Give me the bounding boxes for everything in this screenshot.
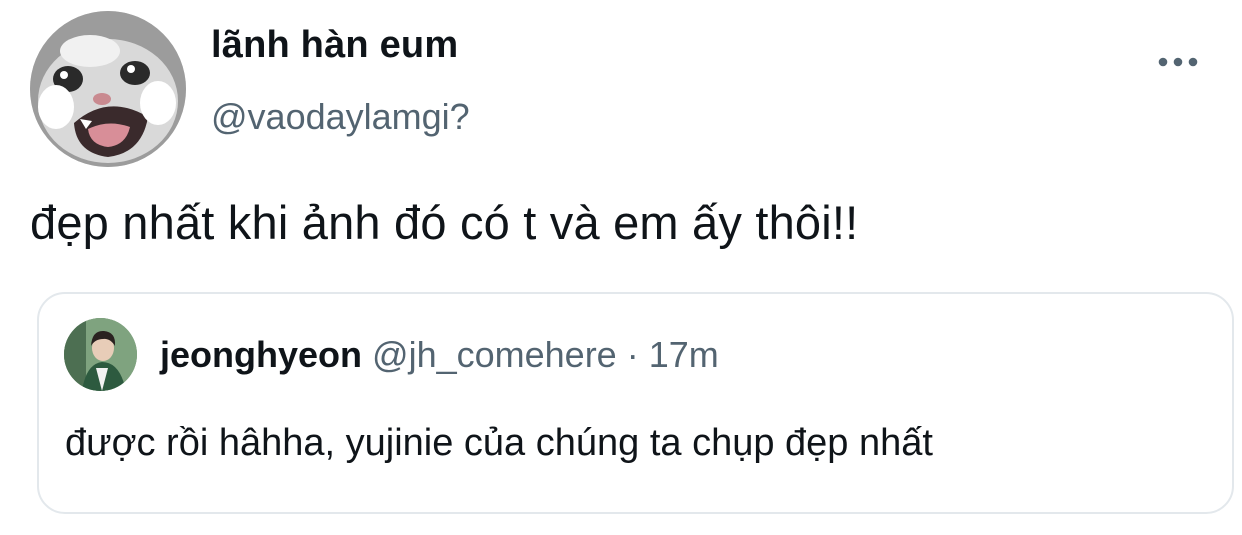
author-handle[interactable]: @vaodaylamgi? [211, 96, 470, 138]
quoted-author-name[interactable]: jeonghyeon [160, 334, 362, 375]
more-horizontal-icon [1158, 57, 1198, 67]
quoted-tweet-text: được rồi hâhha, yujinie của chúng ta chụ… [65, 422, 933, 464]
author-name[interactable]: lãnh hàn eum [211, 24, 458, 67]
person-avatar-icon [64, 318, 137, 391]
quoted-timestamp[interactable]: 17m [649, 334, 719, 375]
tweet-text: đẹp nhất khi ảnh đó có t và em ấy thôi!! [30, 196, 859, 249]
quoted-header: jeonghyeon @jh_comehere · 17m [160, 334, 719, 376]
quoted-author-avatar[interactable] [64, 318, 137, 391]
crying-cat-avatar-icon [30, 11, 186, 167]
quoted-tweet-card[interactable]: jeonghyeon @jh_comehere · 17m được rồi h… [37, 292, 1234, 514]
quoted-author-handle[interactable]: @jh_comehere [372, 334, 617, 375]
author-avatar[interactable] [30, 11, 186, 167]
separator-dot: · [626, 334, 639, 375]
more-options-button[interactable] [1154, 44, 1202, 80]
